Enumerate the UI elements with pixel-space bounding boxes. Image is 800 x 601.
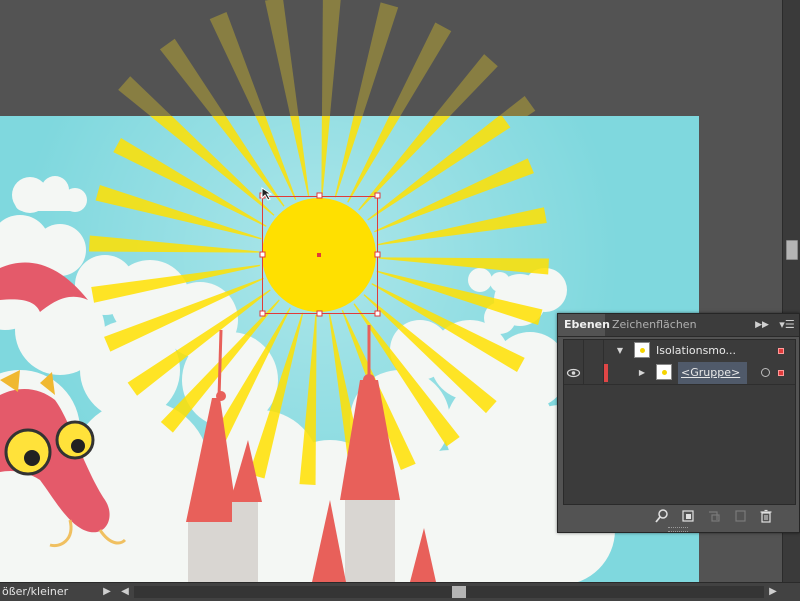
target-circle-icon[interactable] xyxy=(761,368,770,377)
layer-color-bar xyxy=(604,364,608,382)
new-sublayer-icon[interactable] xyxy=(706,508,722,524)
expand-triangle-icon[interactable]: ▶ xyxy=(636,362,648,384)
status-menu-arrow-icon[interactable]: ▶ xyxy=(100,584,114,600)
eye-icon xyxy=(566,368,581,378)
search-icon[interactable] xyxy=(654,508,670,524)
selection-indicator[interactable] xyxy=(778,348,784,354)
panel-menu-icon[interactable]: ▾☰ xyxy=(776,314,798,336)
status-tool-hint: ößer/kleiner xyxy=(2,585,69,598)
layer-thumbnail xyxy=(634,342,650,358)
expand-triangle-icon[interactable]: ▼ xyxy=(614,340,626,362)
layers-panel: Ebenen Zeichenflächen ▶▶ ▾☰ ▼ Isolations… xyxy=(557,313,800,533)
trash-icon[interactable] xyxy=(758,508,774,524)
clipping-mask-icon[interactable] xyxy=(680,508,696,524)
status-bar: ößer/kleiner ▶ ◀ ▶ xyxy=(0,582,800,601)
group-row[interactable]: ▶ <Gruppe> xyxy=(564,362,795,385)
new-layer-icon[interactable] xyxy=(732,508,748,524)
panel-footer xyxy=(558,504,799,532)
lock-toggle[interactable] xyxy=(584,340,604,362)
horizontal-scrollbar[interactable] xyxy=(134,586,764,598)
group-thumbnail xyxy=(656,364,672,380)
tab-layers[interactable]: Ebenen xyxy=(558,314,610,336)
horizontal-scroll-thumb[interactable] xyxy=(452,586,466,598)
lock-toggle[interactable] xyxy=(584,362,604,384)
scroll-left-arrow-icon[interactable]: ◀ xyxy=(118,584,132,600)
tab-artboards[interactable]: Zeichenflächen xyxy=(606,314,697,336)
visibility-toggle[interactable] xyxy=(564,340,584,362)
group-name[interactable]: <Gruppe> xyxy=(678,362,747,384)
layer-row[interactable]: ▼ Isolationsmo... xyxy=(564,340,795,363)
collapse-panel-icon[interactable]: ▶▶ xyxy=(754,314,770,336)
layer-list[interactable]: ▼ Isolationsmo... ▶ <Gruppe> xyxy=(563,339,796,505)
selection-indicator[interactable] xyxy=(778,370,784,376)
visibility-toggle[interactable] xyxy=(564,362,584,384)
scroll-right-arrow-icon[interactable]: ▶ xyxy=(766,584,780,600)
panel-tab-bar: Ebenen Zeichenflächen ▶▶ ▾☰ xyxy=(558,314,799,337)
layer-name[interactable]: Isolationsmo... xyxy=(656,340,766,362)
vertical-scroll-thumb[interactable] xyxy=(786,240,798,260)
resize-grip[interactable] xyxy=(668,527,688,532)
